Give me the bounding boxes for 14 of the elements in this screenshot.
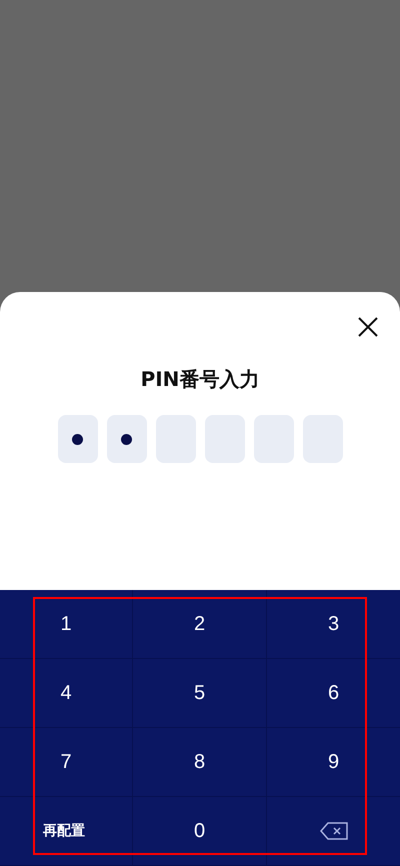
digit-key[interactable]: 1 [60, 612, 72, 636]
digit-key[interactable]: 8 [194, 750, 206, 774]
digit-key[interactable]: 5 [194, 682, 206, 704]
digit-key[interactable]: 2 [194, 612, 206, 636]
digit-key[interactable]: 4 [60, 682, 72, 704]
backspace-icon[interactable] [320, 822, 348, 840]
dialog-title: PIN番号入力 [140, 366, 260, 393]
close-icon[interactable] [357, 316, 379, 338]
shuffle-key[interactable]: 再配置 [43, 822, 85, 840]
digit-key[interactable]: 0 [194, 820, 206, 842]
digit-key[interactable]: 9 [328, 750, 340, 774]
digit-key[interactable]: 7 [60, 750, 72, 774]
digit-key[interactable]: 6 [328, 682, 340, 704]
digit-key[interactable]: 3 [328, 612, 340, 636]
